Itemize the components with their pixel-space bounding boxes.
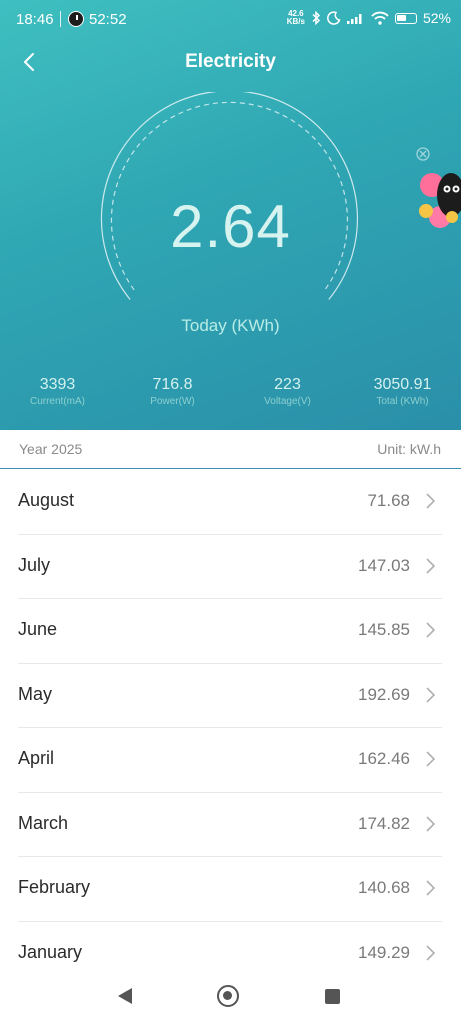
status-icons: 42.6 KB/s 52%: [287, 10, 451, 27]
month-name: July: [18, 554, 51, 575]
month-value: 174.82: [358, 813, 410, 833]
month-name: August: [18, 490, 75, 510]
nav-recents-icon[interactable]: [325, 989, 340, 1004]
nav-home-icon[interactable]: [217, 985, 239, 1007]
month-row-august[interactable]: August 71.68: [18, 470, 442, 535]
month-name: February: [18, 877, 91, 897]
bluetooth-icon: [312, 11, 321, 25]
month-value: 140.68: [358, 878, 410, 897]
month-value: 149.29: [358, 942, 410, 962]
status-time: 18:46: [16, 11, 54, 28]
month-value: 71.68: [367, 491, 410, 510]
stat-total-label: Total (KWh): [376, 396, 429, 407]
stat-current: 3393 Current(mA): [0, 376, 115, 407]
stat-total-value: 3050.91: [373, 376, 432, 393]
chevron-right-icon: [426, 622, 436, 638]
status-bar: 18:46 52:52 42.6 KB/s 52%: [0, 0, 461, 40]
month-row-april[interactable]: April 162.46: [18, 728, 442, 793]
month-row-march[interactable]: March 174.82: [18, 793, 442, 857]
wifi-icon: [371, 11, 389, 25]
stat-current-label: Current(mA): [29, 396, 85, 407]
month-value: 192.69: [358, 684, 410, 704]
monthly-list: August 71.68 July 147.03 June 145.85 May…: [0, 470, 461, 985]
month-row-june[interactable]: June 145.85: [18, 599, 442, 664]
today-value: 2.64: [170, 193, 291, 260]
stat-voltage: 223 Voltage(V): [230, 376, 345, 407]
chevron-right-icon: [426, 557, 436, 574]
today-label: Today (KWh): [181, 316, 280, 335]
system-nav-bar: [0, 968, 461, 1024]
battery-percent: 52%: [422, 10, 451, 26]
stat-voltage-label: Voltage(V): [264, 396, 311, 407]
page-title: Electricity: [185, 51, 276, 72]
chevron-right-icon: [426, 493, 436, 509]
nav-back-icon[interactable]: [116, 986, 134, 1006]
battery-icon: [394, 12, 417, 24]
stat-total: 3050.91 Total (KWh): [345, 376, 460, 407]
network-speed: 42.6 KB/s: [287, 10, 305, 26]
month-value: 162.46: [358, 749, 410, 768]
stat-power-label: Power(W): [150, 396, 195, 407]
moon-icon: [327, 11, 341, 25]
chevron-right-icon: [426, 880, 436, 896]
stat-current-value: 3393: [39, 376, 76, 393]
stats-row: 3393 Current(mA) 716.8 Power(W) 223 Volt…: [0, 376, 461, 416]
month-name: May: [18, 683, 53, 704]
month-name: April: [18, 748, 55, 768]
month-name: January: [18, 941, 83, 962]
month-row-july[interactable]: July 147.03: [18, 535, 442, 599]
floating-sticker[interactable]: [414, 145, 461, 235]
status-timer: 52:52: [89, 11, 127, 28]
chevron-right-icon: [426, 751, 436, 767]
signal-icon: [346, 14, 362, 24]
status-separator: [60, 11, 61, 27]
month-row-may[interactable]: May 192.69: [18, 664, 442, 728]
stat-voltage-value: 223: [274, 376, 301, 393]
month-row-february[interactable]: February 140.68: [18, 857, 442, 922]
month-name: March: [18, 812, 69, 833]
timer-icon: [68, 11, 84, 27]
chevron-right-icon: [426, 686, 436, 703]
month-value: 145.85: [358, 620, 410, 639]
electricity-header: 18:46 52:52 42.6 KB/s 52% Electricity 2.…: [0, 0, 461, 430]
month-value: 147.03: [358, 555, 410, 575]
year-bar: Year 2025 Unit: kW.h: [0, 430, 461, 469]
stat-power-value: 716.8: [152, 376, 193, 393]
month-name: June: [18, 619, 58, 639]
chevron-right-icon: [426, 815, 436, 832]
year-label: Year 2025: [19, 441, 83, 457]
chevron-right-icon: [426, 944, 436, 961]
stat-power: 716.8 Power(W): [115, 376, 230, 407]
network-speed-unit: KB/s: [286, 17, 305, 26]
unit-label: Unit: kW.h: [377, 441, 441, 457]
